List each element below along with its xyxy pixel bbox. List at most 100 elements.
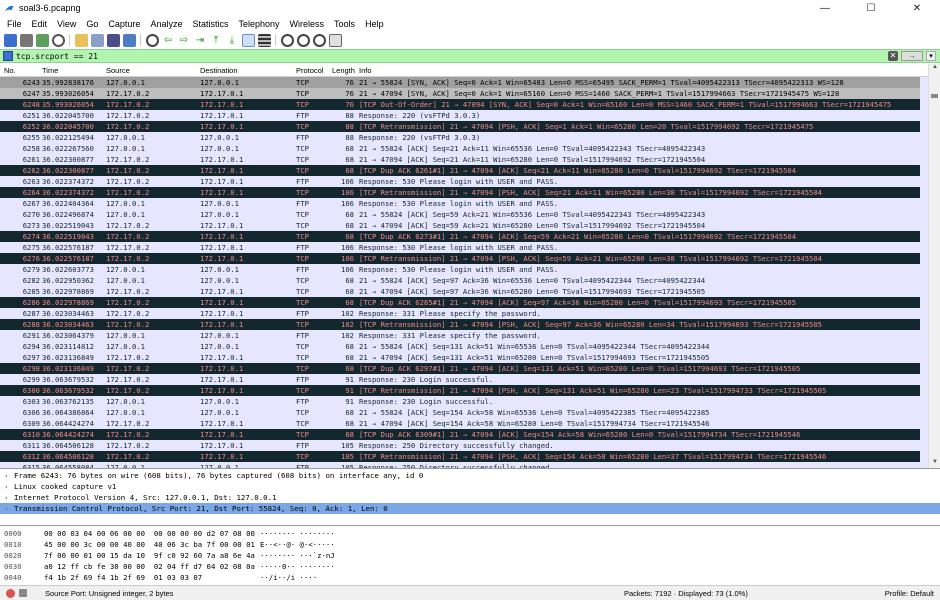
- menu-edit[interactable]: Edit: [27, 16, 53, 32]
- menu-telephony[interactable]: Telephony: [233, 16, 284, 32]
- menu-wireless[interactable]: Wireless: [285, 16, 330, 32]
- packet-row[interactable]: 6287 36.023034463 172.17.0.2 172.17.0.1 FTP 1…: [0, 308, 928, 319]
- packet-row[interactable]: 6279 36.022603773 127.0.0.1 127.0.0.1 FTP 106…: [0, 264, 928, 275]
- zoom-out-icon[interactable]: [296, 33, 310, 47]
- packet-row[interactable]: 6251 36.022045700 172.17.0.2 172.17.0.1 FTP 8…: [0, 110, 928, 121]
- menu-view[interactable]: View: [52, 16, 81, 32]
- packet-row[interactable]: 6309 36.064424274 172.17.0.2 172.17.0.1 TCP 6…: [0, 418, 928, 429]
- filter-history-dropdown[interactable]: ▾: [926, 51, 936, 61]
- menu-analyze[interactable]: Analyze: [145, 16, 187, 32]
- detail-tree-item[interactable]: › Linux cooked capture v1: [0, 481, 940, 492]
- hex-dump-row[interactable]: 0000 00 00 03 04 00 06 00 00 00 00 00 00 …: [0, 528, 940, 539]
- packet-row[interactable]: 6258 36.022267560 127.0.0.1 127.0.0.1 TCP 68 2…: [0, 143, 928, 154]
- packet-row[interactable]: 6274 36.022519043 172.17.0.2 172.17.0.1 TCP 6…: [0, 231, 928, 242]
- restart-capture-icon[interactable]: [35, 33, 49, 47]
- packet-minimap[interactable]: [920, 77, 928, 468]
- autoscroll-icon[interactable]: [241, 33, 255, 47]
- go-forward-icon[interactable]: ⇨: [178, 34, 191, 47]
- packet-row[interactable]: 6262 36.022300877 172.17.0.2 172.17.0.1 TCP 6…: [0, 165, 928, 176]
- packet-list-scrollbar[interactable]: ▲ ▼: [928, 64, 940, 468]
- expand-arrow-icon[interactable]: ›: [4, 503, 8, 514]
- close-button[interactable]: ✕: [894, 0, 940, 16]
- close-file-icon[interactable]: [106, 33, 120, 47]
- menu-go[interactable]: Go: [81, 16, 103, 32]
- packet-row[interactable]: 6311 36.064506128 172.17.0.2 172.17.0.1 FTP 1…: [0, 440, 928, 451]
- packet-row[interactable]: 6243 35.992838176 127.0.0.1 127.0.0.1 TCP 76 2…: [0, 77, 928, 88]
- stop-capture-icon[interactable]: [19, 33, 33, 47]
- capture-comment-icon[interactable]: [19, 589, 27, 597]
- packet-row[interactable]: 6297 36.023136849 172.17.0.2 172.17.0.1 TCP 6…: [0, 352, 928, 363]
- menu-help[interactable]: Help: [360, 16, 389, 32]
- packet-row[interactable]: 6275 36.022576187 172.17.0.2 172.17.0.1 FTP 1…: [0, 242, 928, 253]
- expand-arrow-icon[interactable]: ›: [4, 492, 8, 503]
- packet-row[interactable]: 6291 36.023064379 127.0.0.1 127.0.0.1 FTP 102…: [0, 330, 928, 341]
- menu-tools[interactable]: Tools: [329, 16, 360, 32]
- column-header-destination[interactable]: Destination: [200, 66, 238, 75]
- menu-statistics[interactable]: Statistics: [187, 16, 233, 32]
- column-header-protocol[interactable]: Protocol: [296, 66, 324, 75]
- column-header-length[interactable]: Length: [332, 66, 355, 75]
- packet-row[interactable]: 6312 36.064506128 172.17.0.2 172.17.0.1 TCP 1…: [0, 451, 928, 462]
- packet-row[interactable]: 6310 36.064424274 172.17.0.2 172.17.0.1 TCP 6…: [0, 429, 928, 440]
- packet-row[interactable]: 6267 36.022404364 127.0.0.1 127.0.0.1 FTP 106…: [0, 198, 928, 209]
- detail-tree-item[interactable]: › Internet Protocol Version 4, Src: 127.0…: [0, 492, 940, 503]
- expand-arrow-icon[interactable]: ›: [4, 481, 8, 492]
- menu-file[interactable]: File: [2, 16, 27, 32]
- packet-row[interactable]: 6276 36.022576187 172.17.0.2 172.17.0.1 TCP 1…: [0, 253, 928, 264]
- packet-row[interactable]: 6270 36.022496874 127.0.0.1 127.0.0.1 TCP 68 2…: [0, 209, 928, 220]
- packet-row[interactable]: 6299 36.063679532 172.17.0.2 172.17.0.1 FTP 9…: [0, 374, 928, 385]
- zoom-in-icon[interactable]: [280, 33, 294, 47]
- scroll-up-icon[interactable]: ▲: [929, 64, 940, 74]
- column-header-time[interactable]: Time: [42, 66, 58, 75]
- packet-row[interactable]: 6286 36.022978869 172.17.0.2 172.17.0.1 TCP 6…: [0, 297, 928, 308]
- packet-row[interactable]: 6255 36.022125494 127.0.0.1 127.0.0.1 FTP 88 R…: [0, 132, 928, 143]
- maximize-button[interactable]: ☐: [848, 0, 894, 16]
- colorize-icon[interactable]: [257, 33, 271, 47]
- column-header-no[interactable]: No.: [4, 66, 16, 75]
- filter-bookmark-icon[interactable]: [3, 51, 13, 61]
- capture-options-icon[interactable]: [51, 33, 65, 47]
- packet-row[interactable]: 6294 36.023114812 127.0.0.1 127.0.0.1 TCP 68 2…: [0, 341, 928, 352]
- column-header-source[interactable]: Source: [106, 66, 130, 75]
- open-file-icon[interactable]: [74, 33, 88, 47]
- packet-row[interactable]: 6263 36.022374372 172.17.0.2 172.17.0.1 FTP 1…: [0, 176, 928, 187]
- packet-row[interactable]: 6247 35.993026054 172.17.0.2 172.17.0.1 TCP 7…: [0, 88, 928, 99]
- save-file-icon[interactable]: [90, 33, 104, 47]
- first-packet-icon[interactable]: ⤒: [210, 34, 223, 47]
- hex-dump-row[interactable]: 0040 f4 1b 2f 69 f4 1b 2f 69 01 03 03 07 ·…: [0, 572, 940, 583]
- last-packet-icon[interactable]: ⤓: [226, 34, 239, 47]
- packet-row[interactable]: 6315 36.064558084 127.0.0.1 127.0.0.1 FTP 105…: [0, 462, 928, 468]
- column-header-info[interactable]: Info: [359, 66, 372, 75]
- packet-row[interactable]: 6261 36.022300877 172.17.0.2 172.17.0.1 TCP 6…: [0, 154, 928, 165]
- go-to-packet-icon[interactable]: ⇥: [194, 34, 207, 47]
- expand-arrow-icon[interactable]: ›: [4, 470, 8, 481]
- apply-filter-button[interactable]: →: [901, 51, 923, 61]
- packet-row[interactable]: 6300 36.063679532 172.17.0.2 172.17.0.1 TCP 9…: [0, 385, 928, 396]
- display-filter-input[interactable]: [16, 50, 816, 62]
- packet-row[interactable]: 6303 36.063762135 127.0.0.1 127.0.0.1 FTP 91 R…: [0, 396, 928, 407]
- scroll-down-icon[interactable]: ▼: [929, 459, 940, 468]
- hex-dump-row[interactable]: 0030 a0 12 ff cb fe 30 00 00 02 04 ff d7 …: [0, 561, 940, 572]
- minimize-button[interactable]: —: [802, 0, 848, 16]
- packet-row[interactable]: 6252 36.022045700 172.17.0.2 172.17.0.1 TCP 8…: [0, 121, 928, 132]
- hex-dump-row[interactable]: 0020 7f 00 00 01 00 15 da 10 9f c0 92 60 …: [0, 550, 940, 561]
- scrollbar-thumb[interactable]: [931, 94, 938, 98]
- packet-row[interactable]: 6282 36.022950362 127.0.0.1 127.0.0.1 TCP 68 2…: [0, 275, 928, 286]
- detail-tree-item[interactable]: › Frame 6243: 76 bytes on wire (608 bits)…: [0, 470, 940, 481]
- packet-row[interactable]: 6306 36.064386864 127.0.0.1 127.0.0.1 TCP 68 2…: [0, 407, 928, 418]
- hex-dump-row[interactable]: 0010 45 00 00 3c 00 00 40 00 40 06 3c ba …: [0, 539, 940, 550]
- packet-row[interactable]: 6264 36.022374372 172.17.0.2 172.17.0.1 TCP 1…: [0, 187, 928, 198]
- detail-tree-item[interactable]: › Transmission Control Protocol, Src Port…: [0, 503, 940, 514]
- find-packet-icon[interactable]: [145, 33, 159, 47]
- packet-row[interactable]: 6285 36.022978869 172.17.0.2 172.17.0.1 TCP 6…: [0, 286, 928, 297]
- profile-selector[interactable]: Profile: Default: [885, 589, 934, 598]
- packet-row[interactable]: 6273 36.022519043 172.17.0.2 172.17.0.1 TCP 6…: [0, 220, 928, 231]
- go-back-icon[interactable]: ⇦: [162, 34, 175, 47]
- packet-row[interactable]: 6248 35.993026054 172.17.0.2 172.17.0.1 TCP 7…: [0, 99, 928, 110]
- zoom-reset-icon[interactable]: [312, 33, 326, 47]
- resize-columns-icon[interactable]: [328, 33, 342, 47]
- expert-info-icon[interactable]: [6, 588, 15, 598]
- clear-filter-button[interactable]: ✕: [888, 51, 898, 61]
- start-capture-icon[interactable]: [3, 33, 17, 47]
- reload-file-icon[interactable]: [122, 33, 136, 47]
